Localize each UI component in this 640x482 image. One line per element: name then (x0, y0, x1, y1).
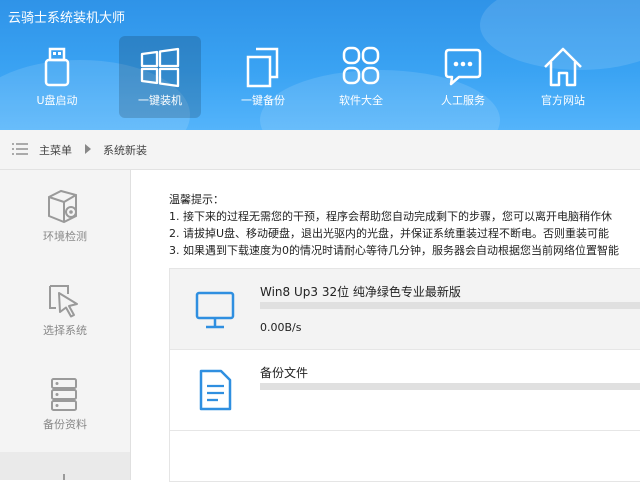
list-menu-icon (12, 143, 28, 155)
download-task-list: Win8 Up3 32位 纯净绿色专业最新版 0.00B/s 备份文件 (169, 268, 640, 482)
task-row: Win8 Up3 32位 纯净绿色专业最新版 0.00B/s (170, 269, 640, 350)
step-label: 备份资料 (43, 418, 87, 431)
nav-label: 一键装机 (138, 94, 182, 107)
task-progress-bar (260, 302, 640, 309)
nav-label: U盘启动 (36, 94, 78, 107)
settings-box-icon (48, 189, 77, 224)
step-backup-data[interactable]: 备份资料 (0, 358, 130, 452)
document-icon (199, 369, 232, 411)
database-icon (51, 378, 77, 411)
main-content: 温馨提示： 1. 接下来的过程无需您的干预，程序会帮助您自动完成剩下的步骤，您可… (131, 170, 640, 482)
step-icon-partial (63, 474, 65, 480)
nav-usb-boot[interactable]: U盘启动 (16, 36, 98, 118)
nav-label: 一键备份 (241, 94, 285, 107)
tips-line: 1. 接下来的过程无需您的干预，程序会帮助您自动完成剩下的步骤，您可以离开电脑稍… (169, 210, 612, 223)
tips-title: 温馨提示： (169, 193, 224, 206)
windows-logo-icon (140, 47, 180, 88)
app-title: 云骑士系统装机大师 (8, 11, 126, 26)
nav-official-site[interactable]: 官方网站 (522, 36, 604, 118)
step-label: 环境检测 (43, 230, 87, 243)
task-progress-bar (260, 383, 640, 390)
breadcrumb-main-menu[interactable]: 主菜单 (39, 142, 72, 158)
nav-one-click-backup[interactable]: 一键备份 (222, 36, 304, 118)
step-select-system[interactable]: 选择系统 (0, 264, 130, 358)
usb-drive-icon (44, 47, 70, 87)
tips-line: 3. 如果遇到下载速度为0的情况时请耐心等待几分钟，服务器会自动根据您当前网络位… (169, 244, 619, 257)
step-sidebar: 环境检测 选择系统 备份资料 (0, 170, 131, 480)
cursor-select-icon (49, 285, 78, 318)
task-row: 备份文件 (170, 350, 640, 431)
apps-grid-icon (342, 46, 380, 85)
chevron-right-icon (85, 144, 91, 154)
step-label: 选择系统 (43, 324, 87, 337)
step-install-partial (0, 452, 130, 480)
monitor-icon (195, 291, 235, 329)
breadcrumb: 主菜单 系统新装 (0, 130, 640, 170)
nav-label: 软件大全 (339, 94, 383, 107)
task-name: 备份文件 (260, 366, 309, 380)
nav-software[interactable]: 软件大全 (320, 36, 402, 118)
nav-customer-service[interactable]: 人工服务 (422, 36, 504, 118)
nav-label: 官方网站 (541, 94, 585, 107)
app-header: 云骑士系统装机大师 U盘启动 一键装机 一键备份 软件大全 人工服务 官方网站 (0, 0, 640, 130)
task-speed: 0.00B/s (260, 321, 302, 334)
chat-bubble-icon (444, 48, 482, 86)
home-icon (544, 47, 582, 87)
tips-line: 2. 请拔掉U盘、移动硬盘，退出光驱内的光盘，并保证系统重装过程不断电。否则重装… (169, 227, 610, 240)
step-environment-check[interactable]: 环境检测 (0, 170, 130, 264)
copy-backup-icon (246, 47, 279, 88)
nav-one-click-install[interactable]: 一键装机 (119, 36, 201, 118)
breadcrumb-current: 系统新装 (103, 144, 147, 157)
nav-label: 人工服务 (441, 94, 485, 107)
task-name: Win8 Up3 32位 纯净绿色专业最新版 (260, 285, 461, 299)
